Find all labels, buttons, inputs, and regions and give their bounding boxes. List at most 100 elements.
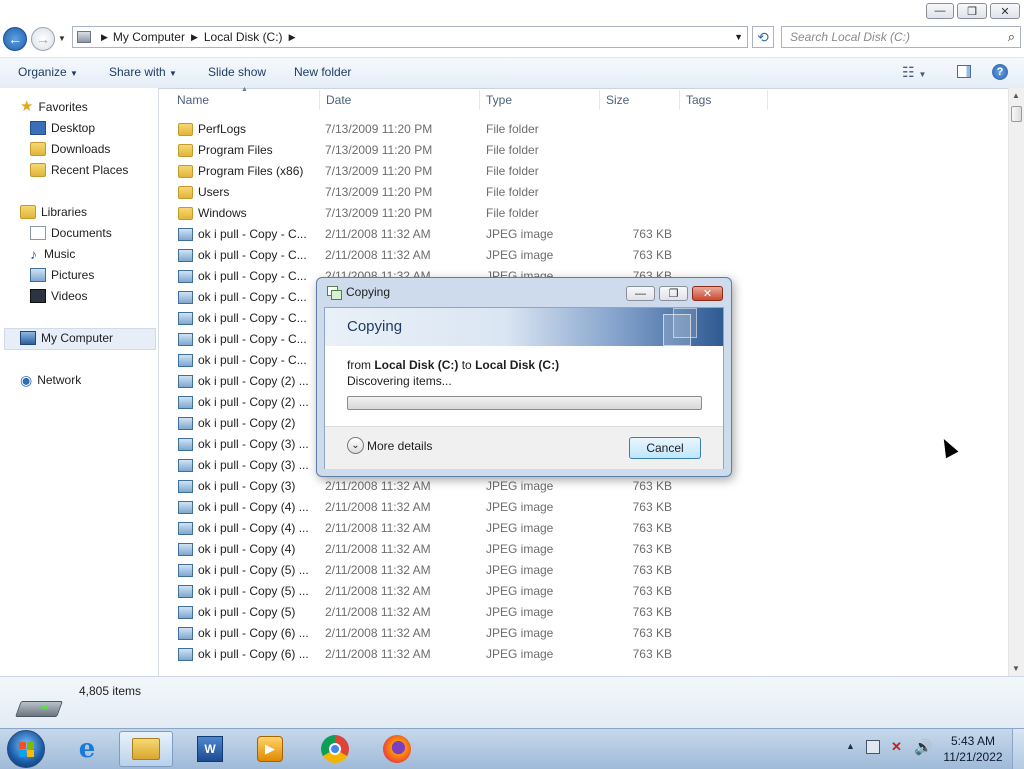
file-row[interactable]: ok i pull - Copy (4) ... 2/11/2008 11:32 … [174, 518, 1008, 539]
scroll-up-icon[interactable]: ▲ [1012, 91, 1020, 100]
scroll-down-icon[interactable]: ▼ [1012, 664, 1020, 673]
share-with-button[interactable]: Share with ▼ [109, 65, 177, 79]
file-name: ok i pull - Copy (2) ... [198, 374, 309, 388]
back-button[interactable]: ← [3, 27, 27, 51]
taskbar-media-player[interactable]: ▶ [243, 731, 297, 767]
back-arrow-icon: ← [8, 31, 22, 47]
change-view-button[interactable]: ☷ ▼ [902, 64, 926, 81]
file-type: JPEG image [486, 605, 554, 619]
jpeg-image-icon [178, 354, 193, 367]
show-hidden-icons-button[interactable]: ▲ [846, 741, 855, 751]
show-desktop-button[interactable] [1012, 729, 1024, 769]
command-bar: Organize ▼ Share with ▼ Slide show New f… [0, 57, 1024, 89]
file-row[interactable]: ok i pull - Copy (6) ... 2/11/2008 11:32 … [174, 623, 1008, 644]
taskbar-chrome[interactable] [308, 731, 362, 767]
file-name: ok i pull - Copy - C... [198, 311, 307, 325]
column-header-type[interactable]: Type [486, 88, 512, 112]
media-play-icon: ▶ [257, 736, 283, 762]
new-folder-button[interactable]: New folder [294, 65, 351, 79]
start-button[interactable] [7, 730, 45, 768]
close-button[interactable]: ✕ [990, 3, 1020, 19]
scrollbar-thumb[interactable] [1011, 106, 1022, 122]
column-divider[interactable] [767, 90, 768, 110]
file-type: JPEG image [486, 479, 554, 493]
minimize-button[interactable]: — [926, 3, 954, 19]
taskbar-explorer[interactable] [119, 731, 173, 767]
dialog-maximize-button[interactable]: ❐ [659, 286, 688, 301]
refresh-button[interactable]: ⟲ [752, 26, 774, 48]
file-name: ok i pull - Copy - C... [198, 269, 307, 283]
breadcrumb-arrow-icon[interactable]: ▶ [101, 32, 108, 43]
taskbar-firefox[interactable] [370, 731, 424, 767]
cancel-label: Cancel [646, 441, 684, 455]
chevron-down-icon: ▼ [918, 70, 927, 79]
breadcrumb-arrow-icon[interactable]: ▶ [191, 32, 198, 43]
jpeg-image-icon [178, 375, 193, 388]
file-row[interactable]: ok i pull - Copy (4) 2/11/2008 11:32 AM JP… [174, 539, 1008, 560]
taskbar-word[interactable]: W [183, 731, 237, 767]
nav-favorites[interactable]: ★ Favorites [20, 97, 88, 117]
restore-icon: ❐ [668, 288, 679, 300]
file-name: ok i pull - Copy - C... [198, 227, 307, 241]
internet-explorer-icon: e [78, 734, 96, 764]
column-divider[interactable] [679, 90, 680, 110]
file-row[interactable]: ok i pull - Copy (4) ... 2/11/2008 11:32 … [174, 497, 1008, 518]
dialog-close-button[interactable]: ✕ [692, 286, 723, 301]
column-divider[interactable] [319, 90, 320, 110]
vertical-scrollbar[interactable]: ▲ ▼ [1008, 88, 1024, 676]
file-row[interactable]: ok i pull - Copy (5) ... 2/11/2008 11:32 … [174, 581, 1008, 602]
breadcrumb-arrow-icon[interactable]: ▶ [289, 32, 296, 43]
file-row[interactable]: ok i pull - Copy (3) 2/11/2008 11:32 AM JP… [174, 476, 1008, 497]
action-center-icon[interactable] [866, 740, 880, 754]
column-name-label: Name [177, 93, 210, 107]
more-details-toggle[interactable]: ⌄ More details [347, 437, 432, 454]
column-header-date[interactable]: Date [326, 88, 351, 112]
column-header-size[interactable]: Size [606, 88, 629, 112]
jpeg-image-icon [178, 522, 193, 535]
file-row[interactable]: ok i pull - Copy (6) ... 2/11/2008 11:32 … [174, 644, 1008, 665]
search-icon[interactable]: ⌕ [1008, 27, 1015, 47]
cancel-button[interactable]: Cancel [629, 437, 701, 459]
recent-pages-dropdown[interactable]: ▼ [58, 34, 66, 43]
file-row[interactable]: ok i pull - Copy - C... 2/11/2008 11:32 A… [174, 245, 1008, 266]
breadcrumb-my-computer[interactable]: My Computer [113, 30, 185, 44]
file-row[interactable]: Program Files (x86) 7/13/2009 11:20 PM Fil… [174, 161, 1008, 182]
file-row[interactable]: ok i pull - Copy (5) 2/11/2008 11:32 AM JP… [174, 602, 1008, 623]
preview-pane-button[interactable] [957, 65, 971, 78]
from-label: from [347, 358, 371, 372]
column-divider[interactable] [479, 90, 480, 110]
file-row[interactable]: ok i pull - Copy (5) ... 2/11/2008 11:32 … [174, 560, 1008, 581]
column-size-label: Size [606, 93, 630, 107]
forward-button[interactable]: → [31, 27, 55, 51]
file-row[interactable]: PerfLogs 7/13/2009 11:20 PM File folder [174, 119, 1008, 140]
file-date: 2/11/2008 11:32 AM [325, 647, 431, 661]
minimize-icon: — [635, 287, 646, 300]
dialog-minimize-button[interactable]: — [626, 286, 655, 301]
column-header-name[interactable]: Name [177, 88, 209, 112]
file-date: 7/13/2009 11:20 PM [325, 143, 433, 157]
organize-button[interactable]: Organize ▼ [18, 65, 78, 79]
file-size: 763 KB [632, 563, 672, 577]
breadcrumb-local-disk[interactable]: Local Disk (C:) [204, 30, 283, 44]
dialog-footer: ⌄ More details Cancel [325, 426, 723, 469]
file-size: 763 KB [632, 500, 672, 514]
file-row[interactable]: Program Files 7/13/2009 11:20 PM File fold… [174, 140, 1008, 161]
column-divider[interactable] [599, 90, 600, 110]
file-row[interactable]: ok i pull - Copy - C... 2/11/2008 11:32 A… [174, 224, 1008, 245]
file-size: 763 KB [632, 647, 672, 661]
taskbar-internet-explorer[interactable]: e [60, 731, 114, 767]
volume-icon[interactable]: 🔊 [914, 738, 933, 756]
address-dropdown-icon[interactable]: ▼ [734, 32, 743, 42]
clock[interactable]: 5:43 AM 11/21/2022 [940, 734, 1006, 764]
help-button[interactable]: ? [992, 64, 1008, 80]
file-name: ok i pull - Copy - C... [198, 290, 307, 304]
nav-favorites-label: Favorites [38, 100, 88, 114]
file-row[interactable]: Windows 7/13/2009 11:20 PM File folder [174, 203, 1008, 224]
file-row[interactable]: Users 7/13/2009 11:20 PM File folder [174, 182, 1008, 203]
address-bar[interactable]: ▶ My Computer ▶ Local Disk (C:) ▶ ▼ [72, 26, 748, 48]
column-header-tags[interactable]: Tags [686, 88, 711, 112]
network-disconnected-icon[interactable]: ✕ [891, 739, 902, 755]
maximize-button[interactable]: ❐ [957, 3, 987, 19]
slide-show-button[interactable]: Slide show [208, 65, 266, 79]
search-input[interactable]: Search Local Disk (C:) ⌕ [781, 26, 1021, 48]
